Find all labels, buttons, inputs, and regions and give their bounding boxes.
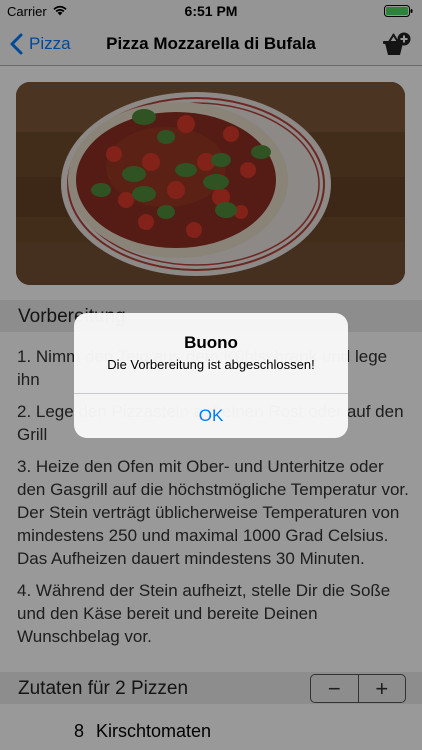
alert-dialog: Buono Die Vorbereitung ist abgeschlossen…	[74, 313, 348, 438]
alert-title: Buono	[184, 333, 238, 352]
alert-message: Die Vorbereitung ist abgeschlossen!	[107, 357, 315, 372]
ok-button[interactable]: OK	[74, 394, 348, 438]
